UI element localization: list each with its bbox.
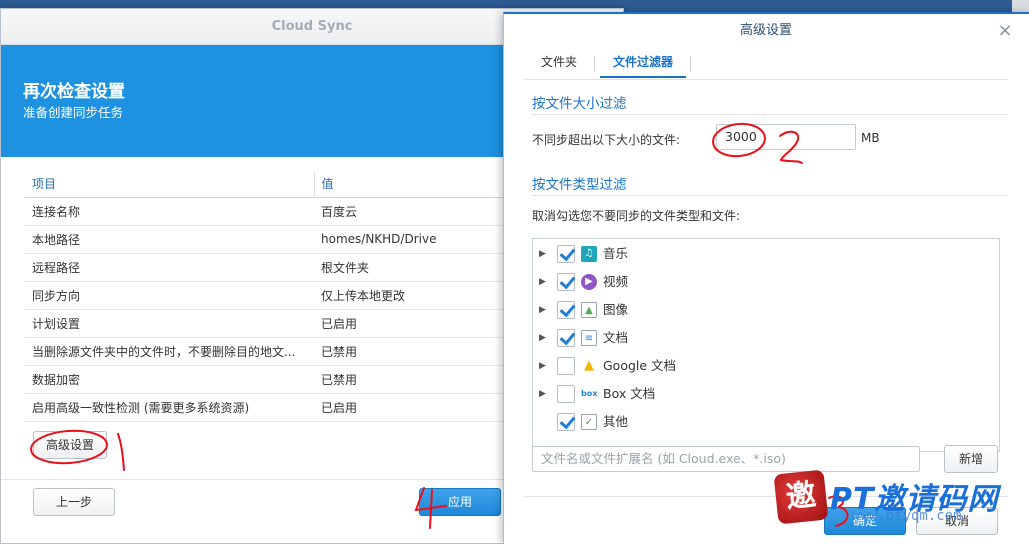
- checkbox-box-docs[interactable]: [557, 385, 575, 403]
- summary-table: 项目 值 连接名称 百度云 本地路径 homes/NKHD/Drive 远程路径 根文…: [25, 171, 505, 422]
- table-header-row: 项目 值: [25, 171, 505, 198]
- table-row: 远程路径 根文件夹: [25, 253, 505, 282]
- expand-arrow-icon[interactable]: ▶: [539, 358, 549, 374]
- watermark-seal: 邀: [773, 469, 829, 525]
- section-divider: [532, 114, 1008, 115]
- size-filter-title: 按文件大小过滤: [532, 96, 627, 112]
- tree-item-label: 其他: [603, 414, 629, 429]
- other-file-icon: ✓: [581, 414, 597, 430]
- size-limit-input[interactable]: 3000: [716, 124, 856, 150]
- dialog-tabs: 文件夹 文件过滤器: [524, 48, 1008, 80]
- file-type-tree: ▶ ♫ 音乐 ▶ ▶ 视频 ▶ ▲ 图像 ▶ ≡ 文档 ▶ ▲ Google 文…: [532, 238, 1000, 452]
- tree-item-label: 视频: [603, 274, 629, 289]
- type-filter-hint: 取消勾选您不要同步的文件类型和文件:: [532, 209, 741, 223]
- checkbox-document[interactable]: [557, 329, 575, 347]
- expand-arrow-icon[interactable]: ▶: [539, 274, 549, 290]
- row-key: 同步方向: [25, 281, 314, 310]
- section-divider: [532, 195, 1008, 196]
- table-row: 当删除源文件夹中的文件时，不要删除目的地文... 已禁用: [25, 337, 505, 366]
- checkbox-other[interactable]: [557, 413, 575, 431]
- add-button[interactable]: 新增: [944, 445, 998, 473]
- advanced-settings-dialog: 高级设置 × 文件夹 文件过滤器 按文件大小过滤 不同步超出以下大小的文件: 3…: [503, 12, 1029, 544]
- row-key: 计划设置: [25, 309, 314, 338]
- tree-item-label: Box 文档: [603, 386, 656, 401]
- watermark-url: www.ptyqm.com: [852, 508, 962, 524]
- tab-folders[interactable]: 文件夹: [524, 48, 594, 78]
- table-row: 同步方向 仅上传本地更改: [25, 281, 505, 310]
- checkbox-video[interactable]: [557, 273, 575, 291]
- row-key: 数据加密: [25, 365, 314, 394]
- row-key: 远程路径: [25, 253, 314, 282]
- expand-arrow-icon[interactable]: ▶: [539, 386, 549, 402]
- table-row: 连接名称 百度云: [25, 197, 505, 226]
- column-header-item[interactable]: 项目: [25, 171, 315, 198]
- tree-item-label: Google 文档: [603, 358, 677, 373]
- row-value: 已禁用: [314, 337, 505, 366]
- row-value: 仅上传本地更改: [314, 281, 505, 310]
- size-limit-label: 不同步超出以下大小的文件:: [532, 133, 681, 147]
- column-header-value[interactable]: 值: [314, 171, 505, 198]
- row-key: 连接名称: [25, 197, 314, 226]
- video-icon: ▶: [581, 274, 597, 290]
- table-row: 启用高级一致性检测 (需要更多系统资源) 已启用: [25, 393, 505, 422]
- row-value: 百度云: [314, 197, 505, 226]
- box-icon: box: [581, 386, 597, 402]
- row-value: 已启用: [314, 309, 505, 338]
- tree-item-google-docs[interactable]: ▶ ▲ Google 文档: [533, 352, 999, 380]
- tree-item-video[interactable]: ▶ ▶ 视频: [533, 268, 999, 296]
- close-icon[interactable]: ×: [994, 20, 1016, 42]
- expand-arrow-icon[interactable]: ▶: [539, 330, 549, 346]
- image-icon: ▲: [581, 302, 597, 318]
- checkbox-music[interactable]: [557, 245, 575, 263]
- google-drive-icon: ▲: [581, 358, 597, 374]
- size-unit-label: MB: [861, 131, 880, 145]
- apply-button[interactable]: 应用: [419, 488, 501, 516]
- expand-arrow-icon[interactable]: ▶: [539, 246, 549, 262]
- row-key: 本地路径: [25, 225, 314, 254]
- music-icon: ♫: [581, 246, 597, 262]
- tab-file-filter[interactable]: 文件过滤器: [600, 48, 686, 78]
- tree-item-label: 文档: [603, 330, 629, 345]
- previous-button[interactable]: 上一步: [33, 488, 115, 516]
- advanced-settings-button[interactable]: 高级设置: [33, 431, 107, 459]
- table-row: 计划设置 已启用: [25, 309, 505, 338]
- type-filter-title: 按文件类型过滤: [532, 177, 627, 193]
- tree-item-document[interactable]: ▶ ≡ 文档: [533, 324, 999, 352]
- row-value: 已启用: [314, 393, 505, 422]
- row-value: homes/NKHD/Drive: [314, 225, 505, 254]
- checkbox-image[interactable]: [557, 301, 575, 319]
- table-row: 本地路径 homes/NKHD/Drive: [25, 225, 505, 254]
- tree-item-other[interactable]: ✓ 其他: [533, 408, 999, 436]
- checkbox-google-docs[interactable]: [557, 357, 575, 375]
- tree-item-label: 图像: [603, 302, 629, 317]
- tab-separator: [690, 56, 691, 72]
- row-value: 已禁用: [314, 365, 505, 394]
- extension-input[interactable]: 文件名或文件扩展名 (如 Cloud.exe、*.iso): [532, 446, 920, 472]
- watermark: 邀 PT邀请码网 www.ptyqm.com: [770, 469, 1010, 530]
- row-key: 当删除源文件夹中的文件时，不要删除目的地文...: [25, 337, 314, 366]
- row-key: 启用高级一致性检测 (需要更多系统资源): [25, 393, 314, 422]
- row-value: 根文件夹: [314, 253, 505, 282]
- table-row: 数据加密 已禁用: [25, 365, 505, 394]
- tree-item-label: 音乐: [603, 246, 629, 261]
- tab-separator: [594, 56, 595, 72]
- document-icon: ≡: [581, 330, 597, 346]
- tree-item-box-docs[interactable]: ▶ box Box 文档: [533, 380, 999, 408]
- tree-item-image[interactable]: ▶ ▲ 图像: [533, 296, 999, 324]
- tree-item-music[interactable]: ▶ ♫ 音乐: [533, 240, 999, 268]
- expand-arrow-icon[interactable]: ▶: [539, 302, 549, 318]
- dialog-title: 高级设置: [739, 23, 792, 38]
